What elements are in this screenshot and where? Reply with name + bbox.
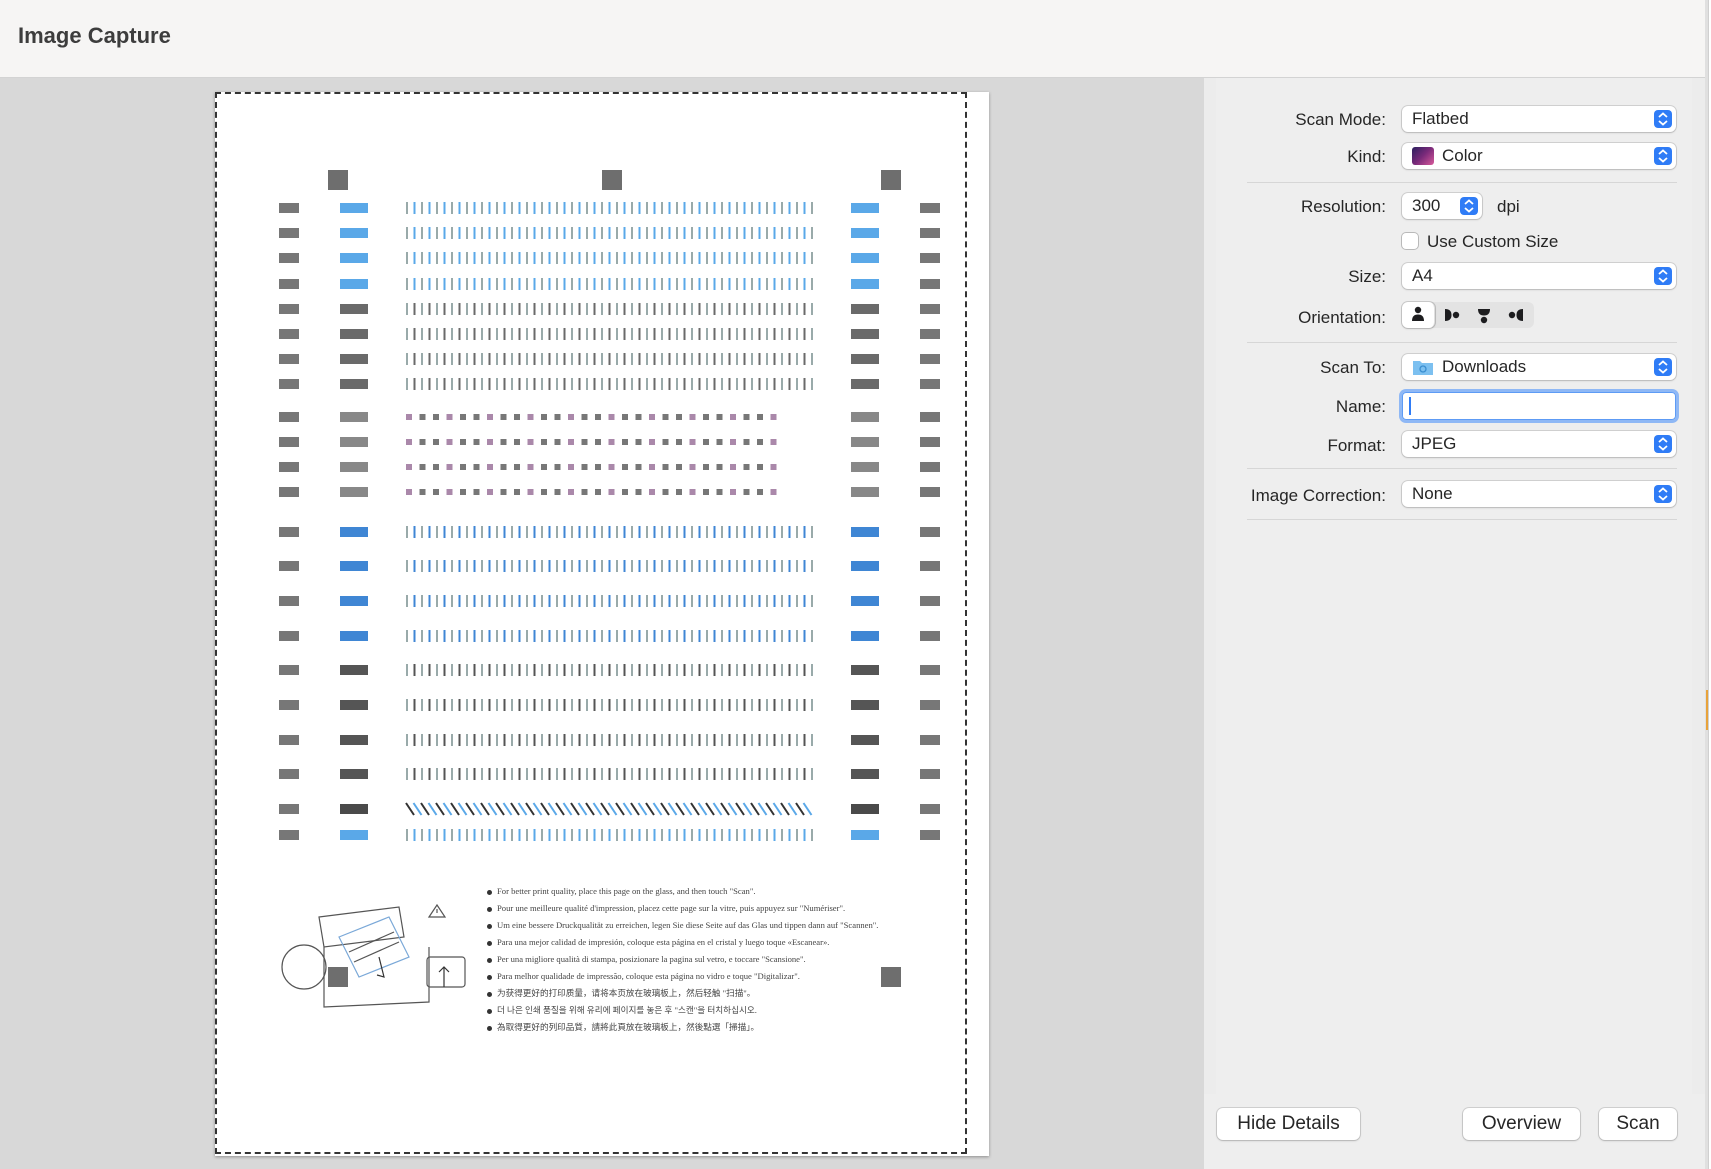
scan-selection-marquee[interactable] bbox=[215, 92, 967, 1154]
kind-popup[interactable]: Color bbox=[1402, 143, 1676, 169]
format-popup[interactable]: JPEG bbox=[1402, 431, 1676, 457]
popup-arrows-icon bbox=[1654, 358, 1672, 376]
hide-details-button[interactable]: Hide Details bbox=[1217, 1108, 1360, 1140]
popup-arrows-icon bbox=[1654, 485, 1672, 503]
size-label: Size: bbox=[1348, 267, 1386, 286]
orientation-segmented-control[interactable] bbox=[1402, 302, 1534, 328]
use-custom-size-checkbox[interactable] bbox=[1402, 233, 1418, 249]
title-bar: Image Capture bbox=[0, 0, 1708, 78]
file-name-input[interactable] bbox=[1402, 392, 1676, 420]
orientation-rotate-right-button[interactable] bbox=[1435, 302, 1468, 328]
popup-arrows-icon bbox=[1654, 110, 1672, 128]
scan-button[interactable]: Scan bbox=[1599, 1108, 1677, 1140]
scan-preview-area[interactable]: For better print quality, place this pag… bbox=[0, 78, 1204, 1169]
folder-icon bbox=[1413, 361, 1433, 375]
format-label: Format: bbox=[1327, 436, 1386, 455]
resolution-label: Resolution: bbox=[1300, 197, 1386, 216]
person-rotated-left-icon bbox=[1508, 309, 1523, 321]
stepper-arrows-icon[interactable] bbox=[1460, 197, 1478, 215]
scan-mode-popup[interactable]: Flatbed bbox=[1402, 106, 1676, 132]
scanned-page-preview: For better print quality, place this pag… bbox=[215, 92, 989, 1156]
resolution-stepper[interactable]: 300 bbox=[1402, 193, 1482, 219]
popup-arrows-icon bbox=[1654, 267, 1672, 285]
overview-button[interactable]: Overview bbox=[1463, 1108, 1580, 1140]
color-kind-icon bbox=[1412, 147, 1434, 165]
size-popup[interactable]: A4 bbox=[1402, 263, 1676, 289]
settings-divider bbox=[1247, 342, 1677, 343]
text-caret bbox=[1409, 397, 1411, 415]
orientation-upside-down-button[interactable] bbox=[1468, 302, 1501, 328]
settings-divider bbox=[1247, 182, 1677, 183]
person-upside-down-icon bbox=[1478, 309, 1490, 324]
settings-divider bbox=[1247, 468, 1677, 469]
image-correction-label: Image Correction: bbox=[1250, 486, 1386, 505]
orientation-upright-button[interactable] bbox=[1402, 302, 1435, 328]
name-label: Name: bbox=[1335, 397, 1386, 416]
settings-divider bbox=[1247, 519, 1677, 520]
scan-to-label: Scan To: bbox=[1320, 358, 1386, 377]
image-capture-window: Image Capture For better print quality, … bbox=[0, 0, 1709, 1169]
person-upright-icon bbox=[1412, 306, 1424, 321]
scan-mode-label: Scan Mode: bbox=[1295, 110, 1386, 129]
use-custom-size-label[interactable]: Use Custom Size bbox=[1427, 232, 1558, 252]
scan-to-popup[interactable]: Downloads bbox=[1402, 354, 1676, 380]
person-rotated-right-icon bbox=[1445, 309, 1460, 321]
resolution-unit: dpi bbox=[1497, 197, 1520, 216]
window-title: Image Capture bbox=[18, 23, 171, 48]
kind-label: Kind: bbox=[1347, 147, 1386, 166]
popup-arrows-icon bbox=[1654, 435, 1672, 453]
window-edge bbox=[1705, 0, 1708, 1169]
orientation-label: Orientation: bbox=[1298, 308, 1386, 327]
popup-arrows-icon bbox=[1654, 147, 1672, 165]
scan-settings-panel bbox=[1216, 78, 1692, 1094]
orientation-rotate-left-button[interactable] bbox=[1501, 302, 1534, 328]
image-correction-popup[interactable]: None bbox=[1402, 481, 1676, 507]
edge-accent bbox=[1706, 690, 1708, 730]
